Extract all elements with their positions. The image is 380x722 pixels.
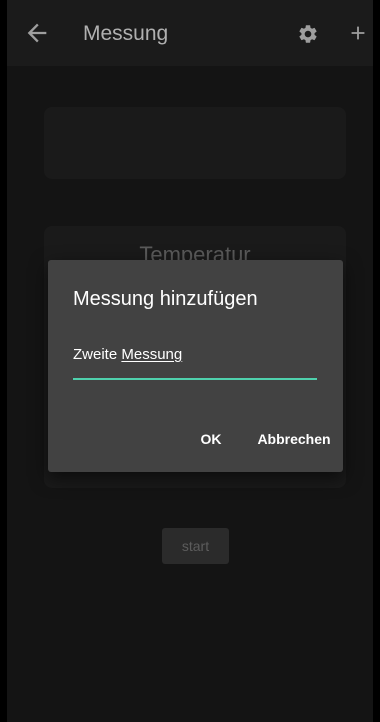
empty-card	[44, 107, 346, 179]
input-text-prefix: Zweite	[73, 346, 122, 363]
top-app-bar: Messung	[7, 0, 373, 66]
page-title: Messung	[83, 22, 169, 45]
input-text-underlined: Messung	[121, 346, 183, 363]
input-focus-underline	[73, 378, 317, 380]
start-button[interactable]: start	[162, 528, 229, 564]
cancel-button[interactable]: Abbrechen	[253, 426, 335, 452]
measurement-name-input[interactable]: Zweite Messung	[73, 345, 317, 369]
add-measurement-dialog: Messung hinzufügen Zweite Messung OK Abb…	[48, 260, 343, 472]
app-screen: Messung Temperatur start Messung hinzufü…	[7, 0, 373, 722]
gear-icon[interactable]	[297, 23, 319, 45]
dialog-title: Messung hinzufügen	[73, 288, 258, 310]
ok-button[interactable]: OK	[186, 426, 236, 452]
plus-icon[interactable]	[347, 22, 369, 44]
back-arrow-icon[interactable]	[23, 19, 51, 47]
